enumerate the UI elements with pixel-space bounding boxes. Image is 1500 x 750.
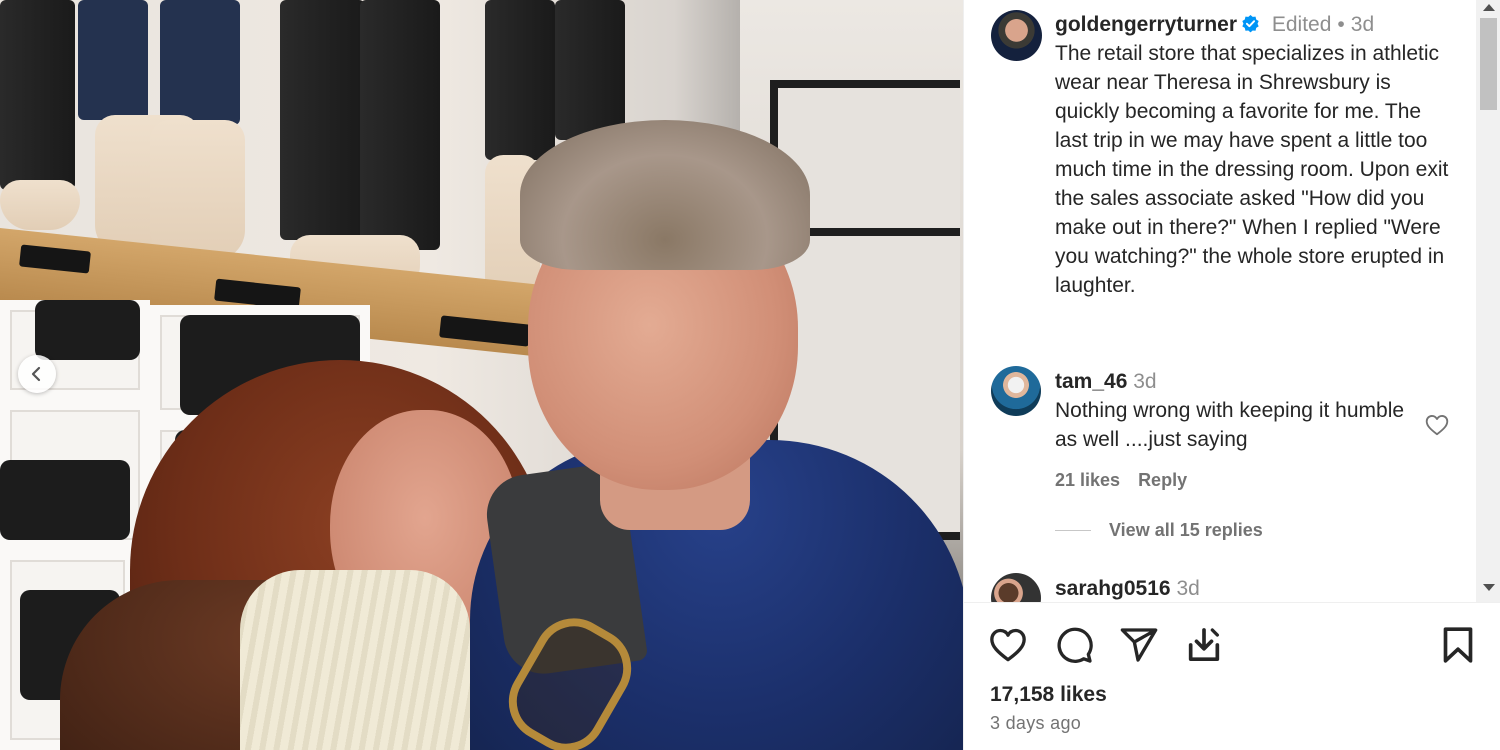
carousel-prev-button[interactable] bbox=[18, 355, 56, 393]
likes-count[interactable]: 17,158 likes bbox=[990, 683, 1107, 707]
post-details-panel: goldengerryturner Edited • 3d The retail s… bbox=[963, 0, 1500, 750]
post-time[interactable]: 3d bbox=[1351, 13, 1374, 36]
comment-time[interactable]: 3d bbox=[1176, 577, 1199, 600]
scroll-up-arrow[interactable] bbox=[1483, 4, 1495, 11]
heart-icon[interactable] bbox=[988, 625, 1028, 665]
comment-heart-icon[interactable] bbox=[1424, 412, 1450, 438]
comment-likes[interactable]: 21 likes bbox=[1055, 470, 1120, 490]
scrollbar[interactable] bbox=[1476, 0, 1500, 602]
verified-badge-icon bbox=[1242, 14, 1259, 33]
scrollbar-thumb[interactable] bbox=[1480, 18, 1497, 110]
comment-text: Nothing wrong with keeping it humble as … bbox=[1055, 399, 1405, 451]
post-timestamp: 3 days ago bbox=[990, 713, 1082, 733]
commenter-avatar[interactable] bbox=[991, 573, 1041, 602]
post-action-bar: 17,158 likes 3 days ago bbox=[964, 602, 1500, 750]
comment-item: tam_46 3d Nothing wrong with keeping it … bbox=[1055, 367, 1425, 454]
share-icon[interactable] bbox=[1119, 625, 1159, 665]
view-replies-button[interactable]: View all 15 replies bbox=[1055, 520, 1263, 541]
post-caption: goldengerryturner Edited • 3d The retail s… bbox=[1055, 13, 1449, 297]
comment-username[interactable]: sarahg0516 bbox=[1055, 577, 1171, 600]
woman-scarf bbox=[240, 570, 470, 750]
comment-reply-button[interactable]: Reply bbox=[1138, 470, 1187, 490]
comment-item: sarahg0516 3d bbox=[1055, 574, 1425, 602]
caption-text: The retail store that specializes in ath… bbox=[1055, 42, 1449, 297]
comment-icon[interactable] bbox=[1054, 625, 1094, 665]
comment-actions: 21 likes Reply bbox=[1055, 470, 1205, 491]
comments-scroll-area[interactable]: goldengerryturner Edited • 3d The retail s… bbox=[964, 0, 1476, 602]
edited-label: Edited bbox=[1271, 13, 1332, 36]
comment-time[interactable]: 3d bbox=[1133, 370, 1156, 393]
man-hair bbox=[520, 120, 810, 270]
author-avatar[interactable] bbox=[991, 10, 1042, 61]
scroll-down-arrow[interactable] bbox=[1483, 584, 1495, 591]
author-username[interactable]: goldengerryturner bbox=[1055, 13, 1237, 36]
commenter-avatar[interactable] bbox=[991, 366, 1041, 416]
bookmark-icon[interactable] bbox=[1438, 625, 1478, 665]
post-photo bbox=[0, 0, 963, 750]
comment-username[interactable]: tam_46 bbox=[1055, 370, 1127, 393]
chevron-left-icon bbox=[31, 366, 41, 382]
download-icon[interactable] bbox=[1184, 625, 1224, 665]
